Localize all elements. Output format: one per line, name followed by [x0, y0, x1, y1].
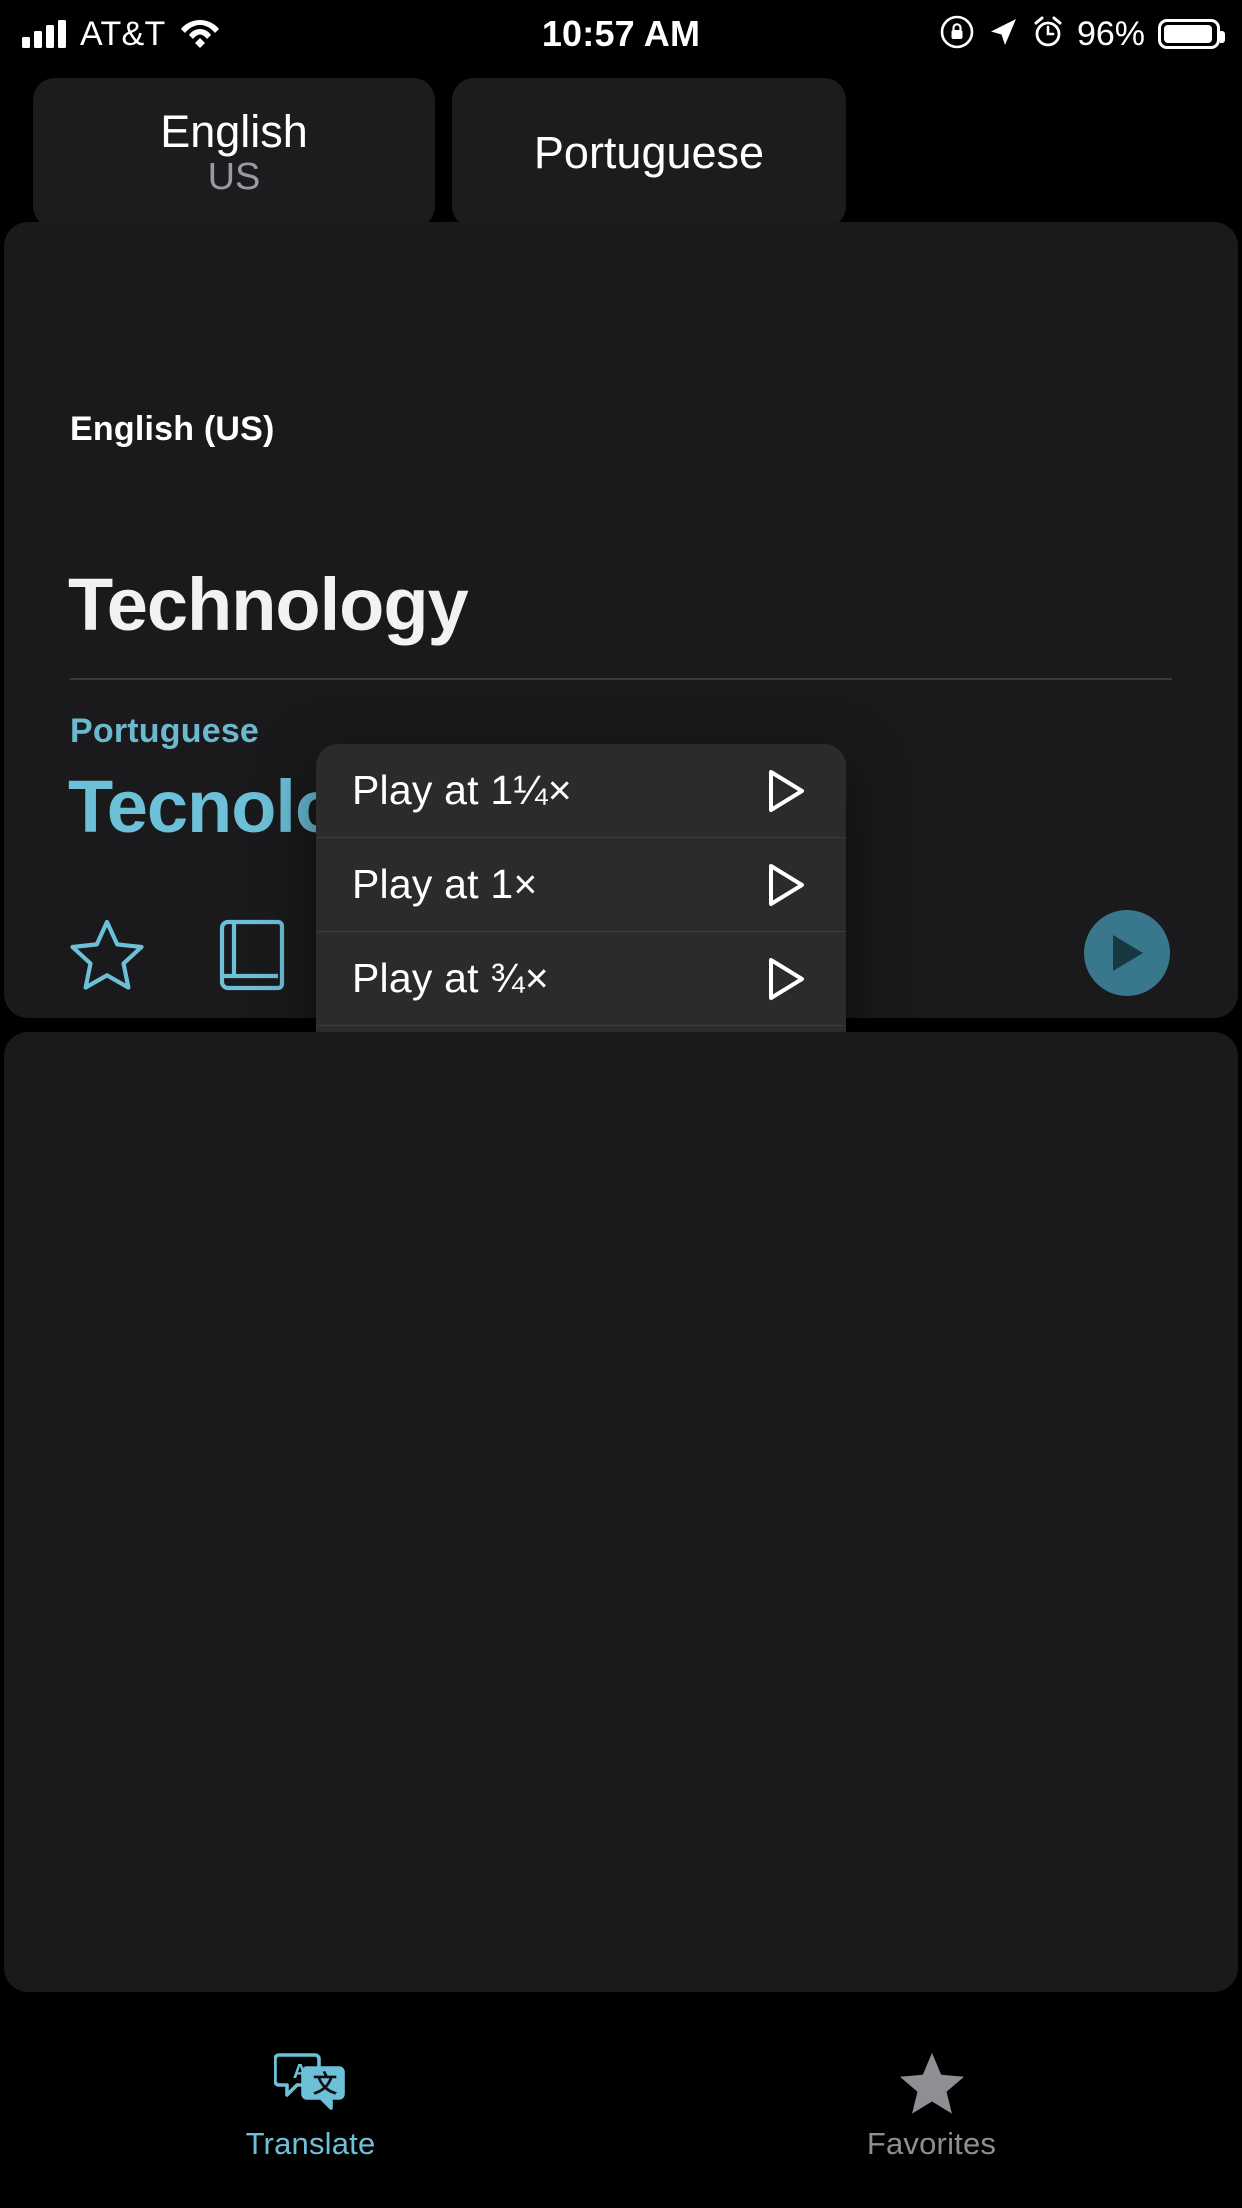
svg-text:文: 文 [313, 2070, 338, 2098]
location-arrow-icon [987, 16, 1019, 53]
menu-item-label: Play at ¾× [352, 955, 549, 1001]
app-screen: AT&T 10:57 AM 96% English US Portuguese … [0, 0, 1242, 2208]
star-filled-icon [896, 2050, 968, 2116]
menu-item-speed-1[interactable]: Play at 1× [316, 838, 846, 932]
play-outline-icon [762, 767, 810, 815]
battery-icon [1158, 19, 1225, 49]
source-language-name: English [160, 105, 308, 157]
tab-bar: A 文 Translate Favorites [0, 2036, 1242, 2208]
play-outline-icon [762, 955, 810, 1003]
tab-favorites-label: Favorites [866, 2126, 997, 2161]
play-outline-icon [762, 861, 810, 909]
dictionary-book-icon[interactable] [212, 912, 298, 998]
tab-translate-label: Translate [245, 2126, 376, 2161]
target-language-name: Portuguese [533, 126, 765, 178]
target-language-button[interactable]: Portuguese [452, 78, 846, 228]
alarm-clock-icon [1032, 16, 1064, 53]
target-language-heading: Portuguese [70, 712, 260, 750]
text-input-card[interactable]: Enter text [4, 1032, 1238, 2208]
card-divider [70, 678, 1172, 680]
battery-percent-label: 96% [1076, 14, 1145, 53]
menu-item-speed-125[interactable]: Play at 1¼× [316, 744, 846, 838]
rotation-lock-icon [940, 15, 974, 54]
menu-item-label: Play at 1¼× [352, 767, 572, 813]
status-bar: AT&T 10:57 AM 96% [0, 0, 1242, 68]
source-language-heading: English (US) [70, 410, 275, 448]
favorite-star-icon[interactable] [64, 912, 150, 998]
source-language-button[interactable]: English US [33, 78, 435, 228]
translate-bubbles-icon: A 文 [273, 2050, 348, 2116]
language-selector-bar: English US Portuguese [0, 78, 1242, 228]
menu-item-speed-075[interactable]: Play at ¾× [316, 932, 846, 1026]
status-bar-right: 96% [940, 14, 1225, 54]
tab-translate[interactable]: A 文 Translate [0, 2036, 621, 2208]
tab-favorites[interactable]: Favorites [621, 2036, 1242, 2208]
source-text: Technology [68, 563, 469, 646]
card-action-row [64, 912, 298, 998]
play-triangle-icon [1113, 935, 1143, 971]
play-audio-button[interactable] [1084, 910, 1170, 996]
source-language-region: US [207, 156, 261, 199]
menu-item-label: Play at 1× [352, 861, 538, 907]
